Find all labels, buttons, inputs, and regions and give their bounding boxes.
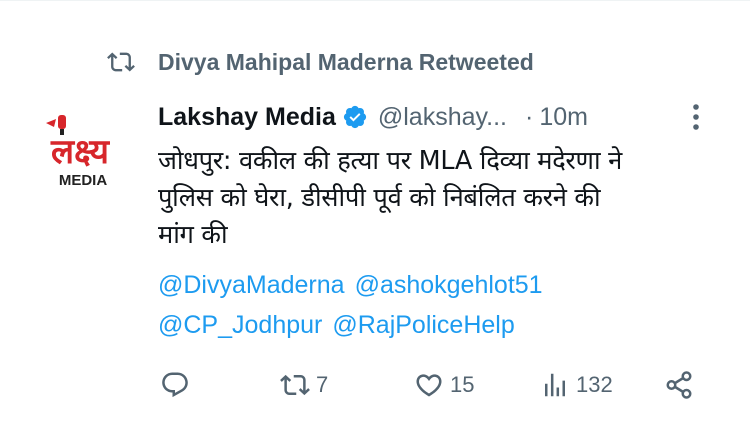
header-separator: · bbox=[525, 102, 534, 131]
tweet-header: Lakshay Media @lakshay... · 10m bbox=[158, 97, 714, 137]
share-icon bbox=[666, 371, 692, 399]
mention-link[interactable]: @CP_Jodhpur bbox=[158, 311, 322, 339]
share-button[interactable] bbox=[664, 365, 694, 405]
like-button[interactable]: 15 bbox=[414, 365, 474, 405]
tweet-text: जोधपुर: वकील की हत्या पर MLA दिव्या मदेर… bbox=[158, 143, 718, 254]
views-button[interactable]: 132 bbox=[540, 365, 613, 405]
tweet-card[interactable]: Divya Mahipal Maderna Retweeted लक्ष्य M… bbox=[0, 0, 750, 444]
reply-button[interactable] bbox=[160, 365, 190, 405]
more-icon bbox=[693, 104, 699, 130]
reply-icon bbox=[162, 372, 188, 398]
logo-text: लक्ष्य bbox=[50, 132, 110, 172]
author-name[interactable]: Lakshay Media bbox=[158, 103, 336, 132]
retweet-button[interactable]: 7 bbox=[280, 365, 328, 405]
tweet-time[interactable]: 10m bbox=[539, 103, 588, 132]
logo-subtext: MEDIA bbox=[59, 172, 108, 189]
retweet-context-text: Divya Mahipal Maderna Retweeted bbox=[158, 48, 534, 75]
tweet-text-line: पुलिस को घेरा, डीसीपी पूर्व को निबंलित क… bbox=[158, 183, 601, 213]
avatar[interactable]: लक्ष्य MEDIA bbox=[30, 101, 134, 205]
mention-link[interactable]: @DivyaMaderna bbox=[158, 271, 345, 299]
views-count: 132 bbox=[576, 372, 613, 397]
author-handle[interactable]: @lakshay... bbox=[378, 103, 507, 132]
lakshay-media-logo: लक्ष्य MEDIA bbox=[30, 101, 134, 205]
verified-badge-icon bbox=[343, 105, 366, 129]
like-count: 15 bbox=[450, 372, 475, 397]
heart-icon bbox=[416, 374, 442, 397]
tweet-text-line: मांग की bbox=[158, 220, 228, 250]
retweet-icon bbox=[107, 52, 135, 72]
retweet-icon bbox=[280, 374, 310, 396]
retweet-count: 7 bbox=[316, 372, 329, 397]
tweet-actions: 7 15 132 bbox=[160, 365, 700, 405]
tweet-mentions: @DivyaMaderna @ashokgehlot51 @CP_Jodhpur @… bbox=[158, 265, 718, 345]
mention-link[interactable]: @ashokgehlot51 bbox=[355, 271, 543, 299]
views-icon bbox=[545, 373, 565, 397]
retweet-context[interactable]: Divya Mahipal Maderna Retweeted bbox=[104, 43, 534, 81]
more-button[interactable] bbox=[678, 99, 714, 135]
mention-link[interactable]: @RajPoliceHelp bbox=[332, 311, 514, 339]
tweet-text-line: जोधपुर: वकील की हत्या पर MLA दिव्या मदेर… bbox=[158, 146, 622, 176]
